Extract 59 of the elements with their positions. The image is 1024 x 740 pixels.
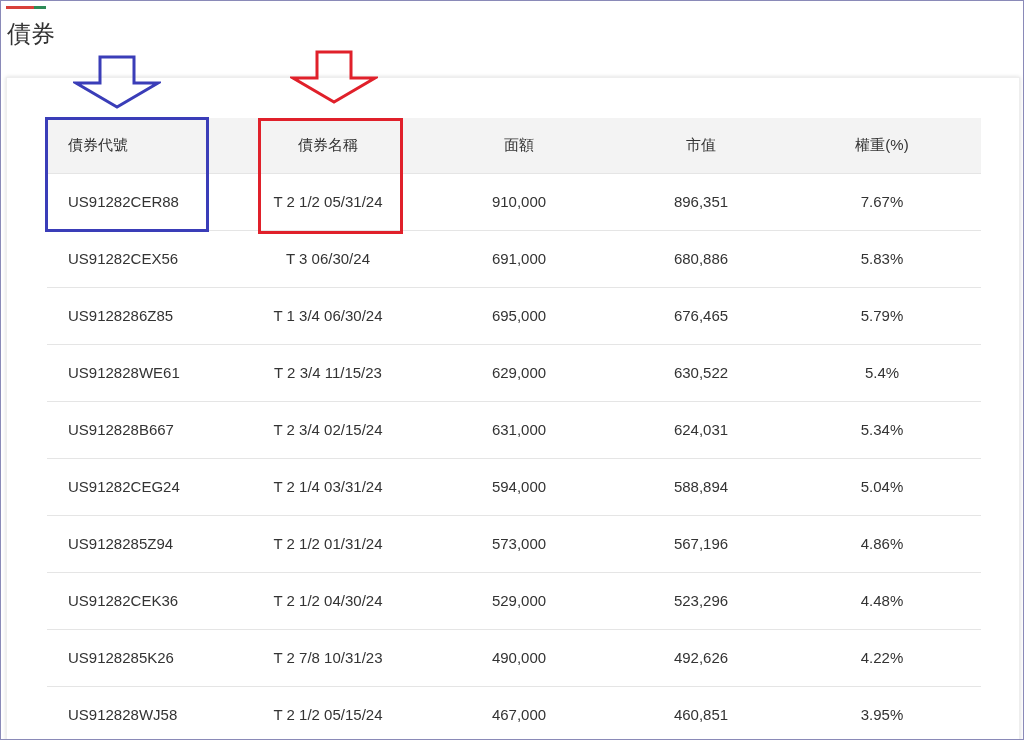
table-cell-text: US91282CEK36 [68,590,179,611]
table-cell-text: 467,000 [491,704,547,725]
table-cell-text: T 2 1/2 05/15/24 [273,704,383,725]
table-cell-text: US912828WJ58 [68,704,178,725]
table-cell-text: 523,296 [673,590,729,611]
table-cell-text: T 2 1/4 03/31/24 [273,476,383,497]
table-cell-text: 695,000 [491,305,547,326]
table-cell-text: 5.34% [860,419,904,440]
table-cell-text: US912828WE61 [68,362,180,383]
table-cell-text: T 2 1/2 04/30/24 [273,590,383,611]
column-header: 權重(%) [855,135,909,156]
table-cell-text: 630,522 [673,362,729,383]
down-arrow-icon [73,55,161,109]
table-cell-text: 490,000 [491,647,547,668]
table-cell-text: T 2 3/4 11/15/23 [274,362,382,383]
table-cell-text: 629,000 [491,362,547,383]
table-cell-text: 896,351 [673,191,729,212]
table-cell-text: 910,000 [491,191,547,212]
table-cell-text: 573,000 [491,533,547,554]
table-cell-text: T 1 3/4 06/30/24 [273,305,383,326]
table-cell-text: 567,196 [673,533,729,554]
table-cell-text: 631,000 [491,419,547,440]
table-cell-text: US912828B667 [68,419,174,440]
table-cell-text: 4.22% [860,647,904,668]
column-header: 債券代號 [68,135,128,156]
column-header: 債券名稱 [298,135,358,156]
table-cell-text: 7.67% [860,191,904,212]
table-cell-text: T 2 1/2 01/31/24 [273,533,383,554]
table-cell-text: 4.86% [860,533,904,554]
table-cell-text: 680,886 [673,248,729,269]
table-cell-text: US9128285Z94 [68,533,174,554]
table-cell-text: 624,031 [673,419,729,440]
table-cell-text: 676,465 [673,305,729,326]
table-cell-text: US91282CEX56 [68,248,179,269]
table-cell-text: 5.83% [860,248,904,269]
table-cell-text: US9128286Z85 [68,305,174,326]
table-cell-text: 5.04% [860,476,904,497]
table-cell-text: 588,894 [673,476,729,497]
table-cell-text: T 2 1/2 05/31/24 [273,191,383,212]
table-cell-text: T 3 06/30/24 [286,248,370,269]
table-cell-text: US91282CER88 [68,191,179,212]
table-cell-text: 3.95% [860,704,904,725]
table-cell-text: 5.4% [864,362,900,383]
down-arrow-icon [290,50,378,104]
accent-bar [6,6,46,9]
page-title: 債券 [7,19,55,49]
table-cell-text: 529,000 [491,590,547,611]
column-header: 市值 [686,135,716,156]
table-cell-text: 691,000 [491,248,547,269]
table-cell-text: 5.79% [860,305,904,326]
table-cell-text: US91282CEG24 [68,476,180,497]
table-cell-text: US9128285K26 [68,647,174,668]
table-cell-text: 460,851 [673,704,729,725]
table-cell-text: 492,626 [673,647,729,668]
table-cell-text: T 2 3/4 02/15/24 [273,419,383,440]
table-cell-text: T 2 7/8 10/31/23 [273,647,383,668]
table-cell-text: 594,000 [491,476,547,497]
column-header: 面額 [504,135,534,156]
table-cell-text: 4.48% [860,590,904,611]
